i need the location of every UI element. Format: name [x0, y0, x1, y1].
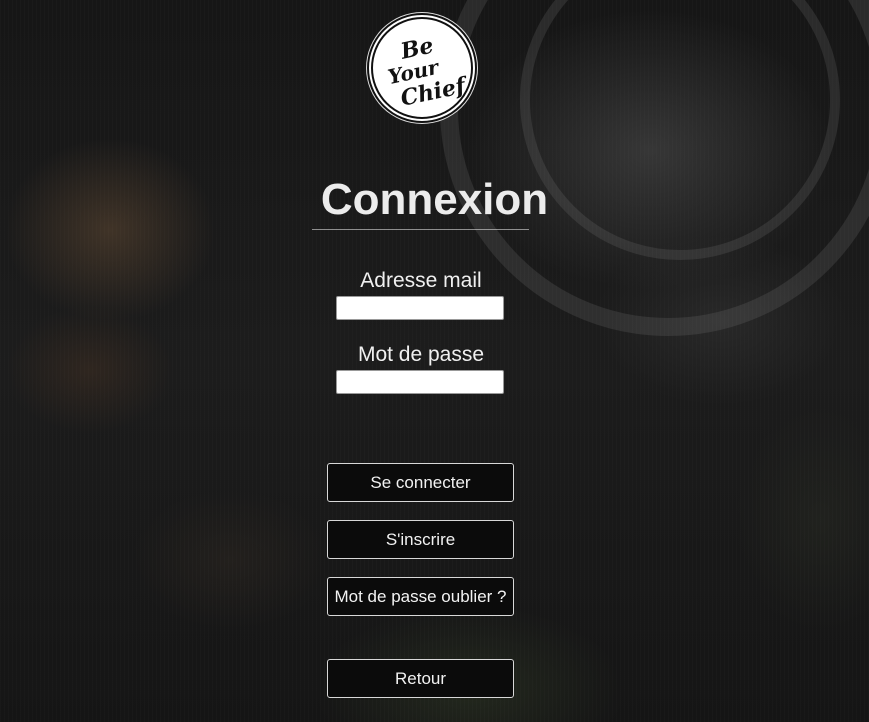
- login-button[interactable]: Se connecter: [327, 463, 514, 502]
- brand-logo: Be Your Chief: [367, 13, 477, 123]
- email-label: Adresse mail: [360, 269, 482, 292]
- be-your-chief-logo-icon: Be Your Chief: [371, 17, 473, 119]
- page-title: Connexion: [320, 175, 549, 224]
- password-label: Mot de passe: [357, 343, 485, 366]
- password-field[interactable]: [336, 370, 504, 394]
- forgot-password-button[interactable]: Mot de passe oublier ?: [327, 577, 514, 616]
- login-page: Be Your Chief Connexion Adresse mail Mot…: [0, 0, 869, 722]
- register-button[interactable]: S'inscrire: [327, 520, 514, 559]
- login-form-container: Be Your Chief Connexion Adresse mail Mot…: [0, 0, 869, 722]
- back-button[interactable]: Retour: [327, 659, 514, 698]
- email-field[interactable]: [336, 296, 504, 320]
- title-divider: [312, 229, 529, 230]
